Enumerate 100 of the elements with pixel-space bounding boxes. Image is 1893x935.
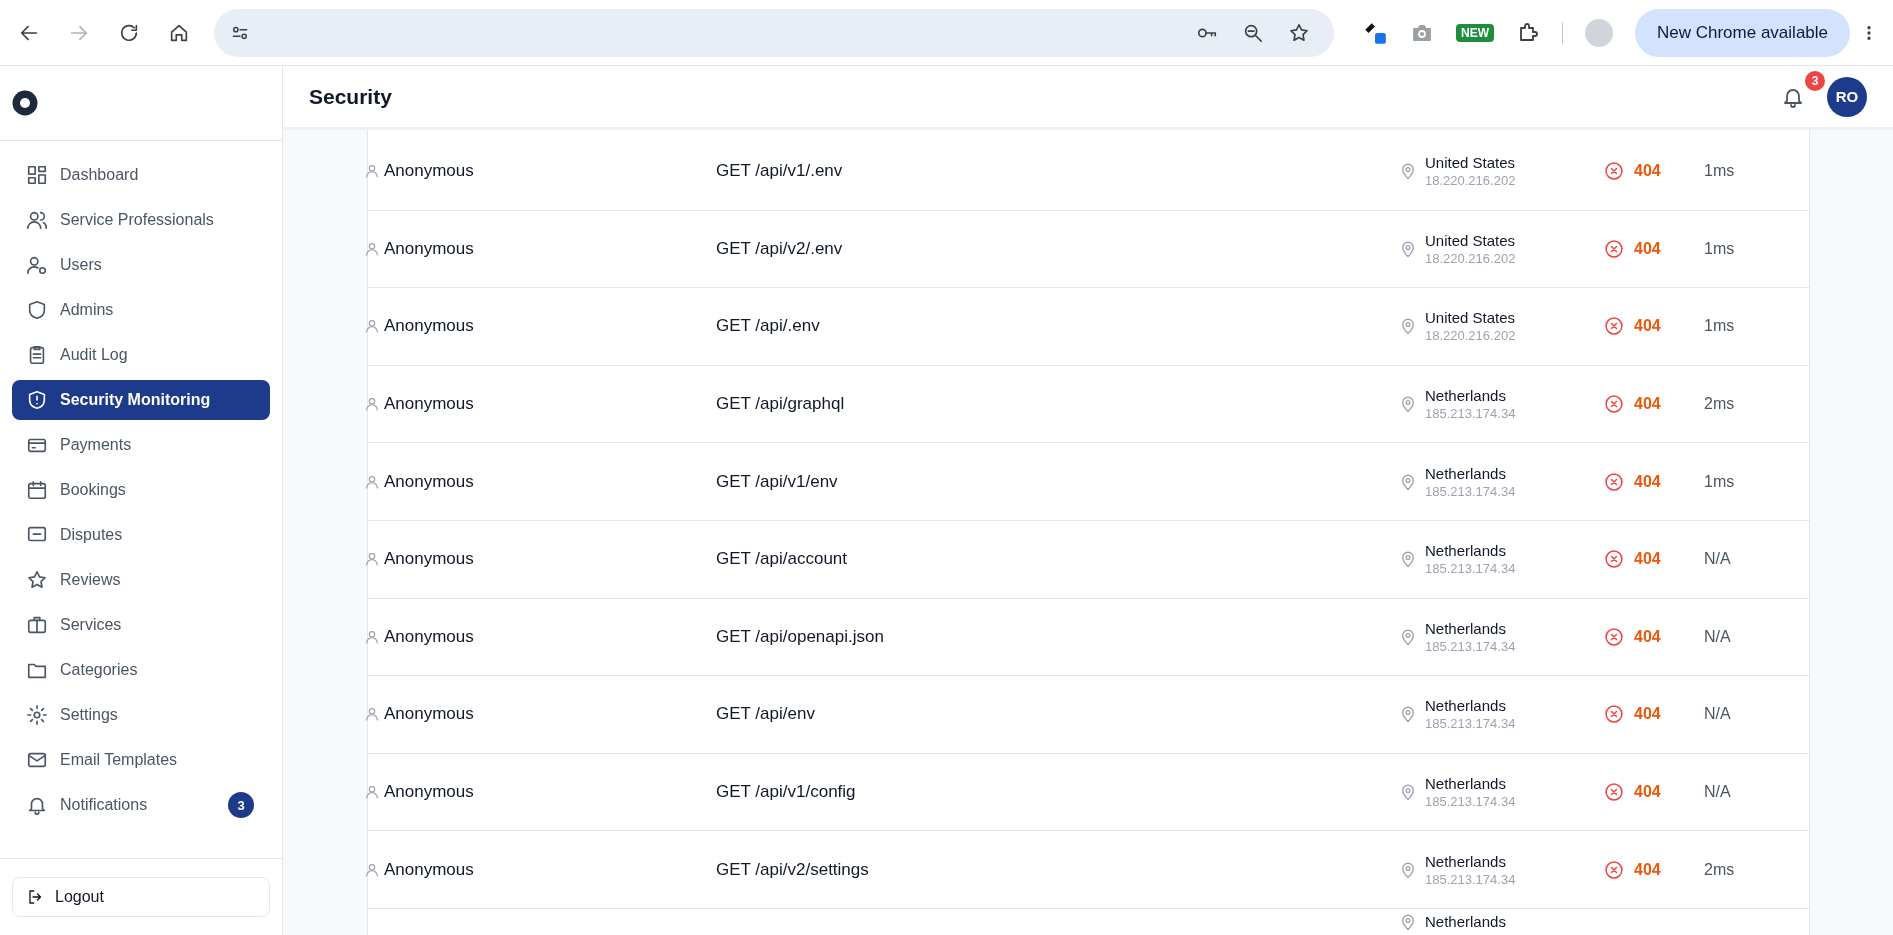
user-icon (364, 706, 380, 723)
user-cell: Anonymous (384, 859, 474, 880)
sidebar-item[interactable]: Notifications 3 (12, 785, 270, 825)
status-code: 404 (1634, 395, 1661, 414)
count-badge: 3 (228, 792, 254, 818)
sidebar-item[interactable]: Users (12, 245, 270, 285)
duration-cell: N/A (1704, 550, 1731, 568)
ip-text: 185.213.174.34 (1425, 561, 1516, 577)
sidebar-item[interactable]: Payments (12, 425, 270, 465)
country-text: Netherlands (1425, 387, 1507, 405)
request-cell: GET /api/openapi.json (716, 626, 884, 646)
status-code: 404 (1634, 705, 1661, 724)
location-pin-icon (1399, 317, 1417, 336)
country-text: Netherlands (1425, 542, 1507, 560)
sidebar-item[interactable]: Bookings (12, 470, 270, 510)
sidebar-item[interactable]: Reviews (12, 560, 270, 600)
duration-cell: 2ms (1704, 395, 1735, 413)
user-cell: Anonymous (384, 471, 474, 492)
sidebar-item[interactable]: Disputes (12, 515, 270, 555)
ip-text: 185.213.174.34 (1425, 794, 1516, 810)
calendar-icon (26, 479, 48, 501)
sidebar-item[interactable]: Email Templates (12, 740, 270, 780)
country-text: Netherlands (1425, 775, 1507, 793)
user-icon (364, 551, 380, 568)
country-text: Netherlands (1425, 464, 1507, 482)
duration-cell: 2ms (1704, 860, 1735, 878)
request-cell: GET /api/v1/.env (716, 161, 843, 181)
sidebar-item[interactable]: Dashboard (12, 155, 270, 195)
location-pin-icon (1399, 395, 1417, 414)
logo-icon (10, 88, 40, 118)
country-text: United States (1425, 231, 1516, 249)
star-icon[interactable] (1288, 21, 1310, 44)
shield-alert-icon (26, 389, 48, 411)
logout-button[interactable]: Logout (12, 877, 270, 917)
country-text: United States (1425, 154, 1516, 172)
request-cell: GET /api/v2/settings (716, 859, 869, 879)
ip-text: 18.220.216.202 (1425, 328, 1516, 344)
request-cell: GET /api/account (716, 549, 848, 569)
ip-text: 185.213.174.34 (1425, 716, 1516, 732)
user-icon (364, 396, 380, 413)
user-icon (364, 318, 380, 335)
location-pin-icon (1399, 627, 1417, 646)
location-pin-icon (1399, 239, 1417, 258)
user-icon (364, 784, 380, 801)
sidebar-item[interactable]: Admins (12, 290, 270, 330)
location-pin-icon (1399, 705, 1417, 724)
ip-text: 185.213.174.34 (1425, 406, 1516, 422)
sidebar-item[interactable]: Service Professionals (12, 200, 270, 240)
page-title: Security (309, 84, 392, 109)
user-cell: Anonymous (384, 549, 474, 570)
shield-icon (26, 299, 48, 321)
user-cell: Anonymous (384, 316, 474, 337)
country-text: Netherlands (1425, 913, 1506, 931)
sidebar-item[interactable]: Security Monitoring (12, 380, 270, 420)
notification-badge: 3 (1805, 70, 1825, 91)
briefcase-icon (26, 614, 48, 636)
country-text: Netherlands (1425, 697, 1507, 715)
sidebar-item[interactable]: Audit Log (12, 335, 270, 375)
user-cell: Anonymous (384, 782, 474, 803)
user-icon (364, 628, 380, 645)
request-cell: GET /api/graphql (716, 394, 845, 414)
star-icon (26, 569, 48, 591)
ip-text: 18.220.216.202 (1425, 173, 1516, 189)
user-cell: Anonymous (384, 626, 474, 647)
user-icon (364, 240, 380, 257)
people-icon (26, 209, 48, 231)
location-pin-icon (1399, 912, 1417, 931)
location-pin-icon (1399, 472, 1417, 491)
status-code: 404 (1634, 783, 1661, 802)
sidebar-item[interactable]: Services (12, 605, 270, 645)
ip-text: 185.213.174.34 (1425, 483, 1516, 499)
user-icon (364, 473, 380, 490)
user-cell: Anonymous (384, 238, 474, 259)
location-pin-icon (1399, 783, 1417, 802)
request-cell: GET /api/v1/config (716, 782, 856, 802)
location-pin-icon (1399, 550, 1417, 569)
user-cell: Anonymous (384, 394, 474, 415)
location-pin-icon (1399, 860, 1417, 879)
country-text: United States (1425, 309, 1516, 327)
user-cell: Anonymous (384, 161, 474, 182)
request-cell: GET /api/.env (716, 316, 820, 336)
user-icon (364, 861, 380, 878)
ip-text: 185.213.174.34 (1425, 638, 1516, 654)
duration-cell: 1ms (1704, 162, 1735, 180)
status-code: 404 (1634, 627, 1661, 646)
user-icon (364, 163, 380, 180)
update-button[interactable]: New Chrome available (1635, 8, 1851, 57)
status-code: 404 (1634, 860, 1661, 879)
status-code: 404 (1634, 550, 1661, 569)
extension-badge[interactable]: NEW (1456, 23, 1494, 42)
request-cell: GET /api/v2/.env (716, 238, 843, 258)
sidebar-item[interactable]: Settings (12, 695, 270, 735)
ip-text: 185.213.174.34 (1425, 871, 1516, 887)
country-text: Netherlands (1425, 619, 1507, 637)
ip-text: 18.220.216.202 (1425, 250, 1516, 266)
user-gear-icon (26, 254, 48, 276)
status-code: 404 (1634, 472, 1661, 491)
request-cell: GET /api/v1/env (716, 471, 838, 491)
user-avatar[interactable]: RO (1827, 76, 1867, 117)
sidebar-item[interactable]: Categories (12, 650, 270, 690)
